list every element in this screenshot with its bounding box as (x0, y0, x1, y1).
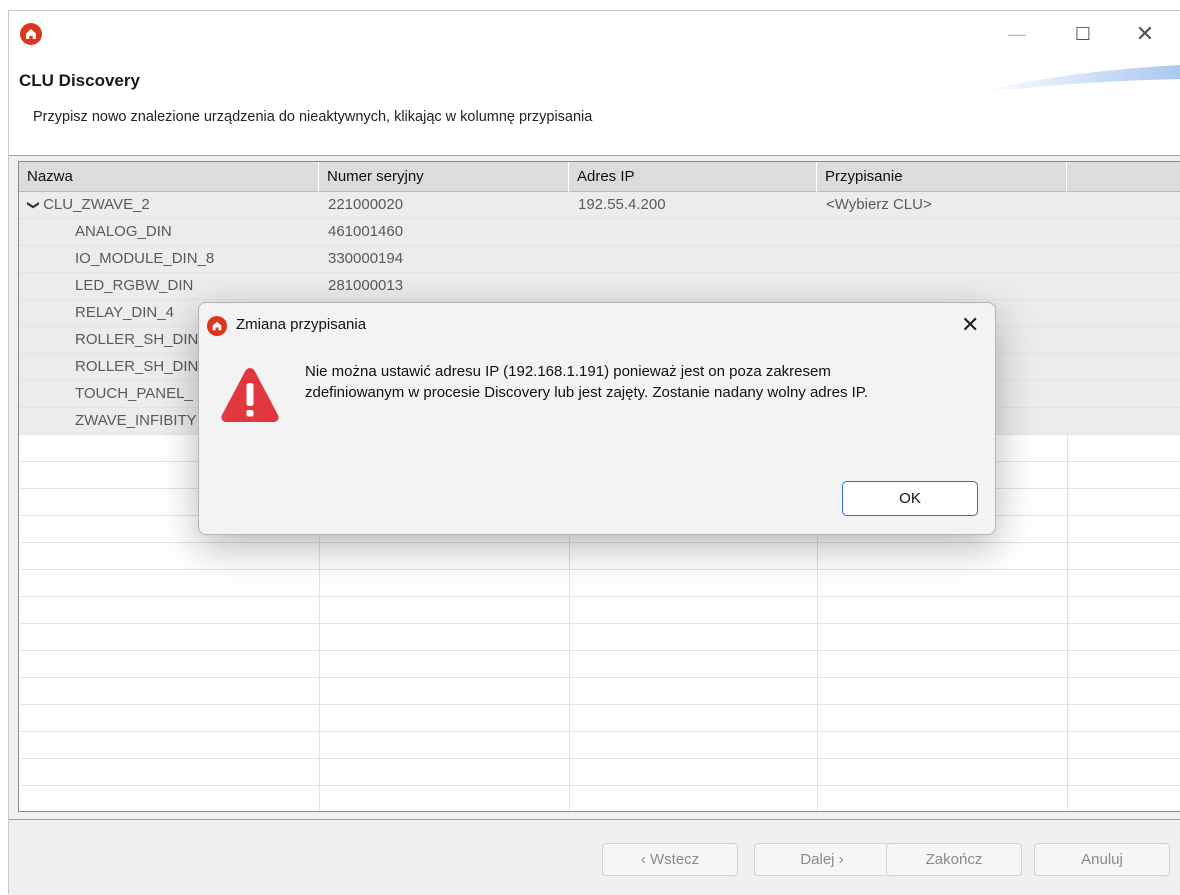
empty-row (19, 651, 1180, 678)
cancel-button[interactable]: Anuluj (1034, 843, 1170, 876)
dialog-title: Zmiana przypisania (236, 316, 367, 333)
header-swoosh-graphic (980, 65, 1180, 93)
warning-icon (221, 368, 279, 422)
cell-serial: 281000013 (328, 277, 404, 294)
next-button[interactable]: Dalej › (754, 843, 890, 876)
assignment-change-dialog: Zmiana przypisania ✕ Nie można ustawić a… (198, 302, 996, 535)
cell-name: ROLLER_SH_DIN (75, 331, 199, 348)
table-row[interactable]: LED_RGBW_DIN 281000013 (19, 273, 1180, 300)
column-header-ip[interactable]: Adres IP (569, 162, 817, 192)
column-header-empty (1067, 162, 1180, 192)
empty-row (19, 705, 1180, 732)
empty-row (19, 597, 1180, 624)
column-header-assignment[interactable]: Przypisanie (817, 162, 1067, 192)
cell-assignment[interactable]: <Wybierz CLU> (826, 192, 932, 218)
maximize-button[interactable]: ☐ (1063, 19, 1103, 49)
app-home-icon (207, 316, 227, 336)
title-bar: — ☐ ✕ (9, 11, 1180, 57)
table-header: Nazwa Numer seryjny Adres IP Przypisanie (19, 162, 1180, 192)
back-button[interactable]: ‹ Wstecz (602, 843, 738, 876)
app-home-icon (20, 23, 42, 45)
dialog-close-button[interactable]: ✕ (961, 312, 979, 338)
row-name: CLU_ZWAVE_2 (43, 196, 150, 213)
ok-button[interactable]: OK (842, 481, 978, 516)
cell-name: ANALOG_DIN (75, 223, 172, 240)
table-row[interactable]: ANALOG_DIN 461001460 (19, 219, 1180, 246)
cell-name: LED_RGBW_DIN (75, 277, 194, 294)
empty-row (19, 570, 1180, 597)
cell-serial: 330000194 (328, 250, 404, 267)
empty-row (19, 786, 1180, 811)
page-subtitle: Przypisz nowo znalezione urządzenia do n… (33, 109, 593, 125)
minimize-button[interactable]: — (997, 19, 1037, 49)
dialog-message-line: zdefiniowanym w procesie Discovery lub j… (305, 384, 869, 401)
wizard-footer: ‹ Wstecz Dalej › Zakończ Anuluj (9, 820, 1180, 895)
empty-row (19, 732, 1180, 759)
cell-name: ROLLER_SH_DIN (75, 358, 199, 375)
cell-ip: 192.55.4.200 (578, 196, 666, 213)
cell-serial: 221000020 (328, 196, 404, 213)
dialog-message: Nie można ustawić adresu IP (192.168.1.1… (305, 361, 975, 403)
finish-button[interactable]: Zakończ (886, 843, 1022, 876)
table-row[interactable]: ❯ CLU_ZWAVE_2 221000020 192.55.4.200 <Wyb… (19, 192, 1180, 219)
empty-row (19, 759, 1180, 786)
wizard-header: CLU Discovery Przypisz nowo znalezione u… (9, 57, 1180, 155)
cell-name: ❯ CLU_ZWAVE_2 (19, 192, 319, 218)
close-button[interactable]: ✕ (1125, 19, 1165, 49)
cell-name: IO_MODULE_DIN_8 (75, 250, 215, 267)
empty-row (19, 624, 1180, 651)
column-header-serial[interactable]: Numer seryjny (319, 162, 569, 192)
cell-name: TOUCH_PANEL_ (75, 385, 193, 402)
empty-row (19, 543, 1180, 570)
chevron-down-icon[interactable]: ❯ (21, 200, 47, 210)
page-title: CLU Discovery (19, 71, 140, 90)
cell-name: RELAY_DIN_4 (75, 304, 174, 321)
empty-row (19, 678, 1180, 705)
table-row[interactable]: IO_MODULE_DIN_8 330000194 (19, 246, 1180, 273)
dialog-message-line: Nie można ustawić adresu IP (192.168.1.1… (305, 363, 831, 380)
column-header-name[interactable]: Nazwa (19, 162, 319, 192)
cell-serial: 461001460 (328, 223, 404, 240)
cell-name: ZWAVE_INFIBITY (75, 412, 197, 429)
